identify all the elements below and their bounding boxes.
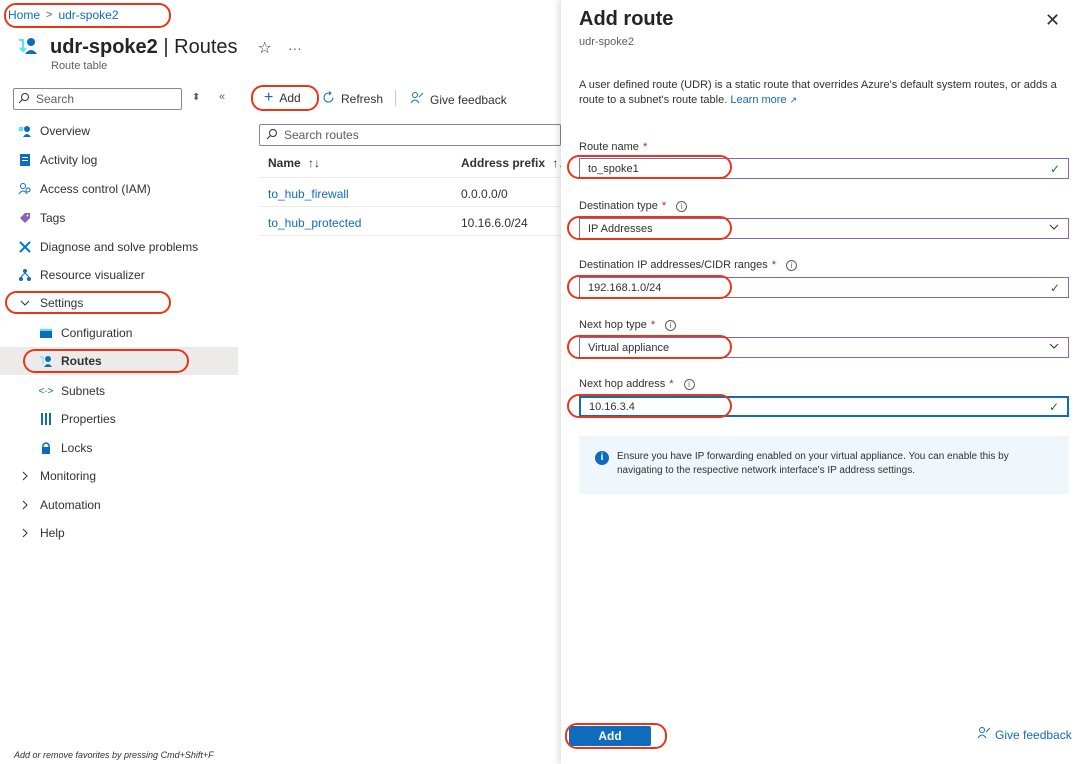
close-icon[interactable]: ✕ — [1045, 10, 1060, 31]
sidebar-item-monitoring[interactable]: Monitoring — [0, 462, 238, 490]
info-icon[interactable]: i — [683, 378, 695, 390]
iam-icon — [18, 182, 32, 196]
next-hop-address-label: Next hop address * i — [579, 378, 695, 390]
sidebar-item-resource-visualizer[interactable]: Resource visualizer — [0, 261, 238, 289]
breadcrumb-home[interactable]: Home — [8, 8, 40, 22]
visualizer-icon — [18, 268, 32, 282]
table-divider — [259, 235, 561, 236]
routes-search-input[interactable]: Search routes — [259, 124, 561, 146]
chevron-right-icon — [18, 498, 32, 512]
give-feedback-button[interactable]: Give feedback — [410, 91, 507, 108]
valid-check-icon: ✓ — [1049, 161, 1060, 176]
next-hop-type-label: Next hop type * i — [579, 319, 677, 331]
toolbar-divider — [395, 90, 396, 106]
search-icon — [266, 128, 278, 143]
more-options-icon[interactable]: ··· — [288, 40, 302, 56]
sidebar-item-locks[interactable]: Locks — [0, 434, 238, 462]
favorite-star-icon[interactable]: ☆ — [258, 38, 272, 58]
ip-forwarding-info-box: i Ensure you have IP forwarding enabled … — [579, 436, 1069, 494]
route-name-link[interactable]: to_hub_protected — [268, 216, 361, 230]
route-name-link[interactable]: to_hub_firewall — [268, 187, 349, 201]
panel-give-feedback-link[interactable]: Give feedback — [977, 726, 1072, 743]
feedback-icon — [977, 726, 991, 743]
sidebar-item-overview[interactable]: Overview — [0, 117, 238, 145]
destination-ip-label: Destination IP addresses/CIDR ranges * i — [579, 259, 798, 271]
subnets-icon: <·> — [38, 385, 54, 397]
destination-type-label: Destination type * i — [579, 200, 688, 212]
table-divider — [259, 177, 561, 178]
route-table-icon — [16, 34, 40, 61]
chevron-down-icon — [1048, 221, 1060, 236]
sort-icon[interactable]: ↑↓ — [308, 156, 320, 170]
route-name-label: Route name * — [579, 141, 648, 153]
refresh-button[interactable]: Refresh — [322, 91, 383, 107]
sidebar-item-routes[interactable]: Routes — [0, 347, 238, 375]
overview-icon — [18, 124, 32, 138]
next-hop-type-select[interactable]: Virtual appliance — [579, 337, 1069, 358]
sidebar-item-activity-log[interactable]: Activity log — [0, 146, 238, 174]
sidebar-item-settings[interactable]: Settings — [0, 289, 238, 317]
sidebar-item-subnets[interactable]: <·> Subnets — [0, 377, 238, 405]
sidebar-item-diagnose[interactable]: Diagnose and solve problems — [0, 233, 238, 261]
add-route-button[interactable]: + Add — [264, 89, 301, 106]
refresh-icon — [322, 91, 335, 107]
properties-icon — [39, 412, 53, 426]
chevron-down-icon — [18, 296, 32, 310]
page-subtitle: Route table — [51, 60, 108, 72]
sidebar-item-help[interactable]: Help — [0, 519, 238, 547]
sidebar-item-configuration[interactable]: Configuration — [0, 319, 238, 347]
chevron-right-icon — [18, 469, 32, 483]
valid-check-icon: ✓ — [1049, 280, 1060, 295]
search-icon — [18, 92, 30, 107]
route-prefix: 10.16.6.0/24 — [461, 216, 528, 230]
valid-check-icon: ✓ — [1048, 399, 1059, 414]
feedback-icon — [410, 91, 424, 108]
external-link-icon: ↗ — [789, 95, 798, 105]
route-name-input[interactable]: to_spoke1 ✓ — [579, 158, 1069, 179]
sidebar-search-input[interactable]: Search — [13, 88, 182, 110]
sidebar-item-access-control[interactable]: Access control (IAM) — [0, 175, 238, 203]
plus-icon: + — [264, 89, 274, 106]
favorites-tip: Add or remove favorites by pressing Cmd+… — [14, 750, 214, 760]
activity-log-icon — [18, 153, 32, 167]
add-route-panel: Add route udr-spoke2 ✕ A user defined ro… — [561, 0, 1085, 764]
info-icon[interactable]: i — [786, 259, 798, 271]
collapse-sidebar-icon[interactable]: « — [219, 91, 225, 103]
breadcrumb-separator-icon: > — [46, 9, 53, 21]
route-prefix: 0.0.0.0/0 — [461, 187, 508, 201]
lock-icon — [39, 441, 53, 455]
sidebar-item-properties[interactable]: Properties — [0, 405, 238, 433]
chevron-down-icon — [1048, 340, 1060, 355]
table-divider — [259, 206, 561, 207]
sidebar-item-automation[interactable]: Automation — [0, 491, 238, 519]
routes-icon — [39, 354, 53, 368]
page-header: udr-spoke2 | Routes ☆ ··· — [16, 34, 302, 61]
destination-type-select[interactable]: IP Addresses — [579, 218, 1069, 239]
panel-title: Add route — [579, 8, 674, 30]
sort-toggle-icon[interactable]: ⬍ — [192, 92, 200, 103]
tag-icon — [18, 211, 32, 225]
chevron-right-icon — [18, 526, 32, 540]
panel-subtitle: udr-spoke2 — [579, 36, 635, 48]
info-icon[interactable]: i — [676, 200, 688, 212]
info-icon[interactable]: i — [665, 319, 677, 331]
panel-description: A user defined route (UDR) is a static r… — [579, 79, 1057, 106]
column-header-address-prefix[interactable]: Address prefix ↑↓ — [461, 156, 564, 170]
column-header-name[interactable]: Name ↑↓ — [268, 156, 320, 170]
learn-more-link[interactable]: Learn more ↗ — [730, 94, 797, 106]
info-icon: i — [595, 451, 609, 465]
diagnose-icon — [18, 240, 32, 254]
sidebar-item-tags[interactable]: Tags — [0, 204, 238, 232]
add-button[interactable]: Add — [569, 726, 651, 746]
breadcrumb-current[interactable]: udr-spoke2 — [58, 8, 118, 22]
breadcrumb: Home > udr-spoke2 — [8, 8, 119, 22]
page-title: udr-spoke2 | Routes — [50, 36, 238, 58]
destination-ip-input[interactable]: 192.168.1.0/24 ✓ — [579, 277, 1069, 298]
next-hop-address-input[interactable]: 10.16.3.4 ✓ — [579, 396, 1069, 417]
configuration-icon — [39, 326, 53, 340]
